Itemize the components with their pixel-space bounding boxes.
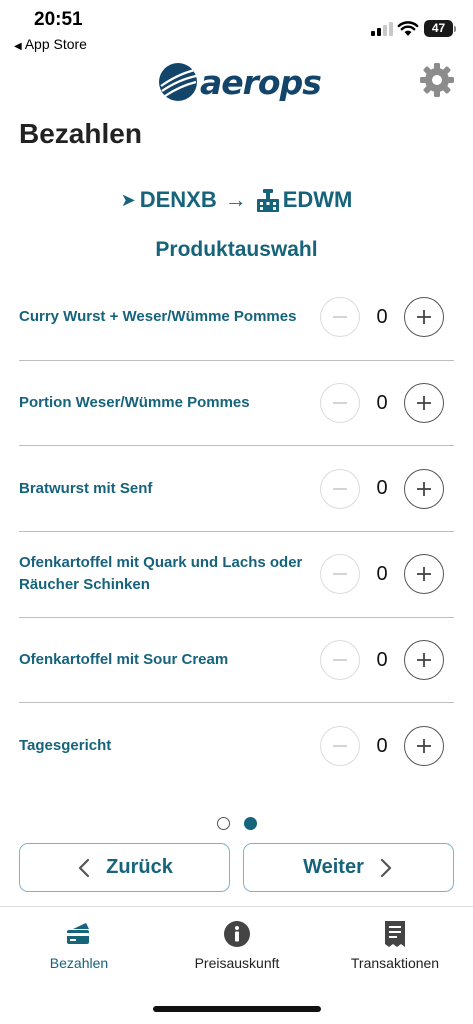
page-indicator (0, 817, 473, 830)
quantity-value: 0 (376, 734, 388, 757)
tab-bezahlen[interactable]: Bezahlen (0, 919, 158, 971)
decrement-button[interactable] (320, 297, 360, 338)
wifi-icon (397, 21, 419, 36)
page-dot-active[interactable] (243, 817, 257, 830)
back-to-app-store-link[interactable]: ◀ App Store (14, 36, 87, 52)
product-row: Ofenkartoffel mit Sour Cream 0 (19, 618, 454, 704)
product-row: Curry Wurst + Weser/Wümme Pommes 0 (19, 275, 454, 361)
flight-route: ➤ DENXB → EDWM (0, 182, 473, 218)
receipt-icon (385, 921, 405, 947)
quantity-value: 0 (376, 477, 388, 500)
decrement-button[interactable] (320, 468, 360, 509)
battery-icon: 47 (424, 20, 453, 37)
payment-card-icon (67, 923, 89, 944)
quantity-value: 0 (376, 562, 388, 585)
battery-cap (454, 26, 456, 32)
increment-button[interactable] (404, 383, 444, 424)
decrement-button[interactable] (320, 640, 360, 681)
quantity-stepper: 0 (320, 297, 444, 338)
quantity-stepper: 0 (320, 726, 444, 767)
quantity-stepper: 0 (320, 640, 444, 681)
info-icon (224, 921, 250, 947)
airport-tower-icon (256, 189, 279, 212)
page-dot[interactable] (216, 817, 230, 830)
minus-icon (333, 316, 347, 319)
product-name: Ofenkartoffel mit Sour Cream (19, 651, 229, 669)
plus-icon (417, 481, 431, 496)
minus-icon (333, 659, 347, 661)
logo-text: aerops (200, 62, 322, 102)
route-to: EDWM (282, 187, 353, 212)
tab-transaktionen[interactable]: Transaktionen (316, 919, 473, 971)
departure-arrow-icon: ➤ (120, 189, 136, 210)
next-button[interactable]: Weiter (243, 843, 454, 892)
app-header: aerops (0, 56, 473, 108)
product-name: Bratwurst mit Senf (19, 479, 153, 497)
page-title: Bezahlen (19, 118, 142, 149)
back-button[interactable]: Zurück (19, 843, 230, 892)
quantity-stepper: 0 (320, 383, 444, 424)
section-title: Produktauswahl (155, 238, 318, 261)
product-row: Portion Weser/Wümme Pommes 0 (19, 361, 454, 447)
home-indicator[interactable] (153, 1006, 321, 1012)
product-row: Tagesgericht 0 (19, 703, 454, 789)
decrement-button[interactable] (320, 554, 360, 595)
quantity-stepper: 0 (320, 468, 444, 509)
product-row: Ofenkartoffel mit Quark und Lachs oder R… (19, 532, 454, 618)
product-name: Tagesgericht (19, 737, 112, 755)
globe-logo-icon (159, 63, 197, 101)
route-arrow-icon: → (224, 187, 247, 212)
product-name: Portion Weser/Wümme Pommes (19, 394, 250, 412)
gear-icon[interactable] (419, 62, 455, 98)
back-triangle-icon: ◀ (14, 41, 22, 52)
decrement-button[interactable] (320, 383, 360, 424)
status-bar: 20:51 ◀ App Store 47 (0, 0, 473, 56)
next-button-label: Weiter (303, 856, 364, 878)
back-button-label: Zurück (106, 856, 173, 878)
tab-preisauskunft[interactable]: Preisauskunft (158, 919, 316, 971)
increment-button[interactable] (404, 468, 444, 509)
quantity-value: 0 (376, 648, 388, 671)
aerops-logo: aerops (158, 60, 322, 104)
chevron-right-icon (380, 858, 391, 877)
plus-icon (417, 739, 431, 754)
quantity-value: 0 (376, 391, 388, 414)
increment-button[interactable] (404, 554, 444, 595)
cellular-signal-icon (371, 22, 393, 36)
back-app-label: App Store (24, 36, 87, 52)
plus-icon (417, 310, 431, 325)
quantity-stepper: 0 (320, 554, 444, 595)
plus-icon (417, 653, 431, 668)
decrement-button[interactable] (320, 726, 360, 767)
increment-button[interactable] (404, 726, 444, 767)
status-time: 20:51 (34, 9, 83, 30)
product-row: Bratwurst mit Senf 0 (19, 446, 454, 533)
minus-icon (333, 402, 347, 404)
chevron-left-icon (79, 858, 90, 877)
increment-button[interactable] (404, 640, 444, 681)
minus-icon (333, 745, 347, 748)
tab-label: Transaktionen (350, 955, 440, 971)
product-list: Curry Wurst + Weser/Wümme Pommes 0 Porti… (19, 275, 454, 789)
increment-button[interactable] (404, 297, 444, 338)
tab-label: Preisauskunft (194, 955, 280, 971)
minus-icon (333, 573, 347, 576)
product-name: Curry Wurst + Weser/Wümme Pommes (19, 308, 297, 326)
minus-icon (333, 487, 347, 490)
route-from: DENXB (139, 187, 217, 212)
quantity-value: 0 (376, 305, 388, 328)
product-name: Ofenkartoffel mit Quark und Lachs oder R… (19, 554, 303, 594)
plus-icon (417, 396, 431, 411)
plus-icon (417, 567, 431, 582)
tab-label: Bezahlen (49, 955, 109, 971)
